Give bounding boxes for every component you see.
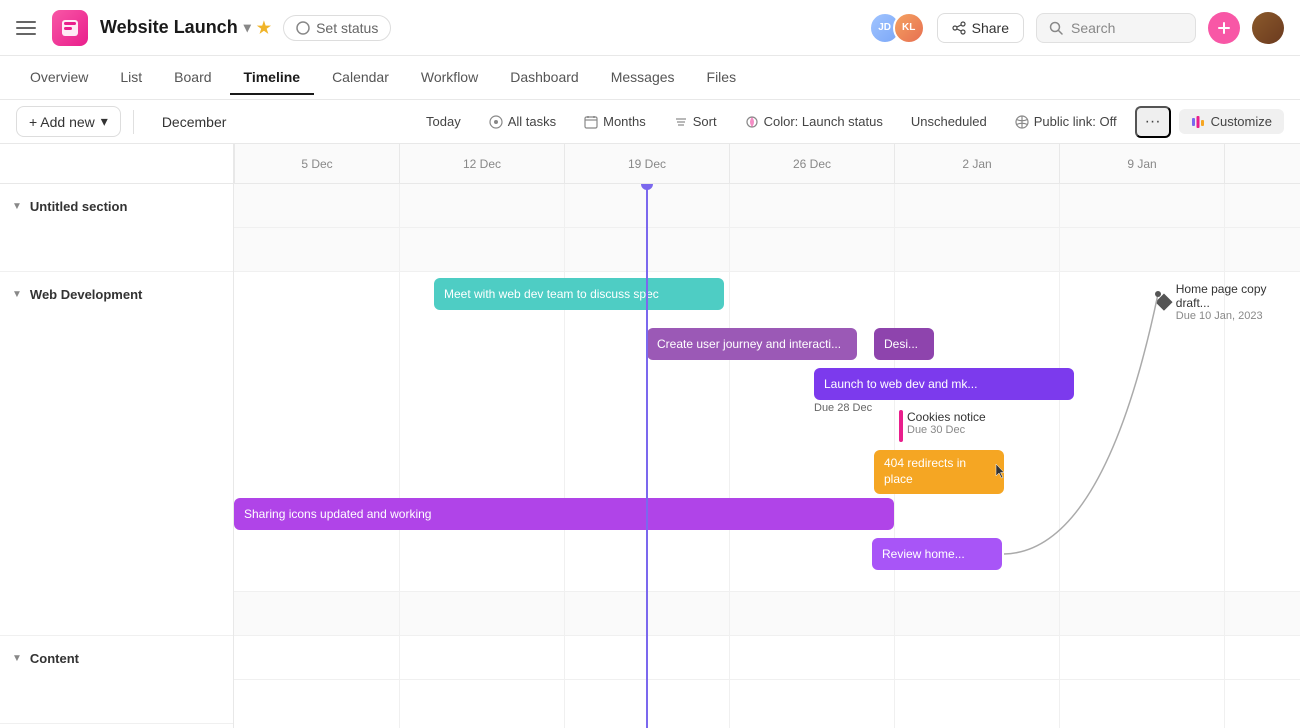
public-link-button[interactable]: Public link: Off bbox=[1005, 109, 1127, 134]
set-status-btn[interactable]: Set status bbox=[283, 15, 391, 41]
task-review-home[interactable]: Review home... bbox=[872, 538, 1002, 570]
chevron-down-icon: ▾ bbox=[101, 113, 108, 130]
tab-files[interactable]: Files bbox=[693, 61, 751, 95]
project-title: Website Launch ▾ ★ bbox=[100, 17, 271, 38]
untitled-section-row bbox=[234, 184, 1300, 228]
timeline-body: Meet with web dev team to discuss spec C… bbox=[234, 184, 1300, 728]
toolbar: + Add new ▾ December Today All tasks Mon… bbox=[0, 100, 1300, 144]
topbar: Website Launch ▾ ★ Set status JD KL Shar… bbox=[0, 0, 1300, 56]
search-bar[interactable]: Search bbox=[1036, 13, 1196, 43]
cookies-label[interactable]: Cookies notice bbox=[907, 410, 986, 424]
date-col-26dec: 26 Dec bbox=[729, 144, 894, 183]
date-col-5dec: 5 Dec bbox=[234, 144, 399, 183]
toolbar-right: Today All tasks Months Sort Color: Launc… bbox=[416, 106, 1284, 138]
months-button[interactable]: Months bbox=[574, 109, 656, 134]
sidebar-item-content[interactable]: ▼ Content bbox=[0, 636, 233, 680]
share-button[interactable]: Share bbox=[937, 13, 1024, 43]
add-new-button[interactable]: + Add new ▾ bbox=[16, 106, 121, 137]
date-col-2jan: 2 Jan bbox=[894, 144, 1059, 183]
task-sharing[interactable]: Sharing icons updated and working bbox=[234, 498, 894, 530]
collapse-icon: ▼ bbox=[12, 201, 22, 212]
customize-button[interactable]: Customize bbox=[1179, 109, 1284, 134]
sort-button[interactable]: Sort bbox=[664, 109, 727, 134]
content-body bbox=[0, 680, 233, 724]
add-section-button[interactable]: + Add section bbox=[0, 724, 233, 728]
date-col-19dec: 19 Dec bbox=[564, 144, 729, 183]
content-body-timeline bbox=[234, 636, 1300, 680]
add-button[interactable] bbox=[1208, 12, 1240, 44]
color-button[interactable]: Color: Launch status bbox=[735, 109, 893, 134]
unscheduled-button[interactable]: Unscheduled bbox=[901, 109, 997, 134]
month-label: December bbox=[162, 114, 227, 130]
tab-messages[interactable]: Messages bbox=[597, 61, 689, 95]
untitled-section-label: Untitled section bbox=[30, 199, 128, 214]
date-col-9jan: 9 Jan bbox=[1059, 144, 1224, 183]
nav-tabs: Overview List Board Timeline Calendar Wo… bbox=[0, 56, 1300, 100]
web-dev-tasks-area: Meet with web dev team to discuss spec C… bbox=[234, 272, 1300, 592]
task-launch-web-wrapper: Launch to web dev and mk... Due 28 Dec bbox=[814, 368, 1074, 414]
sidebar-item-untitled-section[interactable]: ▼ Untitled section bbox=[0, 184, 233, 228]
tab-calendar[interactable]: Calendar bbox=[318, 61, 403, 95]
task-404-redirects[interactable]: 404 redirects in place bbox=[874, 450, 1004, 494]
cookies-indicator bbox=[899, 410, 903, 442]
today-button[interactable]: Today bbox=[416, 109, 471, 134]
sidebar-item-web-development[interactable]: ▼ Web Development bbox=[0, 272, 233, 316]
task-meet-dev[interactable]: Meet with web dev team to discuss spec bbox=[434, 278, 724, 310]
cookies-date: Due 30 Dec bbox=[907, 424, 986, 436]
task-launch-web[interactable]: Launch to web dev and mk... bbox=[814, 368, 1074, 400]
dropdown-icon[interactable]: ▾ bbox=[244, 19, 251, 36]
tab-list[interactable]: List bbox=[106, 61, 156, 95]
content-section-timeline-row bbox=[234, 592, 1300, 636]
toolbar-separator bbox=[133, 110, 134, 134]
avatar-2[interactable]: KL bbox=[893, 12, 925, 44]
date-col-12dec: 12 Dec bbox=[399, 144, 564, 183]
task-create-user[interactable]: Create user journey and interacti... bbox=[647, 328, 857, 360]
milestone-text: Home page copy draft... Due 10 Jan, 2023 bbox=[1176, 282, 1300, 322]
tab-timeline[interactable]: Timeline bbox=[230, 61, 315, 95]
timeline-header: 5 Dec 12 Dec 19 Dec 26 Dec 2 Jan 9 Jan 1… bbox=[234, 144, 1300, 184]
tab-overview[interactable]: Overview bbox=[16, 61, 102, 95]
sidebar: ▼ Untitled section ▼ Web Development ▼ C… bbox=[0, 144, 234, 728]
timeline: 5 Dec 12 Dec 19 Dec 26 Dec 2 Jan 9 Jan 1… bbox=[234, 144, 1300, 728]
menu-icon[interactable] bbox=[16, 16, 40, 40]
milestone-home-copy: Home page copy draft... Due 10 Jan, 2023 bbox=[1158, 282, 1300, 322]
web-development-section-row bbox=[234, 228, 1300, 272]
star-icon[interactable]: ★ bbox=[257, 18, 271, 38]
collapse-content-icon: ▼ bbox=[12, 653, 22, 664]
web-development-body bbox=[0, 316, 233, 636]
cookies-text-wrapper: Cookies notice Due 30 Dec bbox=[907, 410, 986, 436]
collapse-web-icon: ▼ bbox=[12, 289, 22, 300]
untitled-section-body bbox=[0, 228, 233, 272]
all-tasks-button[interactable]: All tasks bbox=[479, 109, 566, 134]
tab-dashboard[interactable]: Dashboard bbox=[496, 61, 593, 95]
avatars: JD KL bbox=[869, 12, 925, 44]
more-options-button[interactable]: ··· bbox=[1135, 106, 1171, 138]
content-label: Content bbox=[30, 651, 79, 666]
topbar-right: JD KL Share Search bbox=[869, 12, 1284, 44]
tab-board[interactable]: Board bbox=[160, 61, 225, 95]
milestone-diamond bbox=[1155, 294, 1172, 311]
web-development-label: Web Development bbox=[30, 287, 142, 302]
dependency-curve bbox=[234, 272, 1300, 591]
user-avatar[interactable] bbox=[1252, 12, 1284, 44]
task-desi[interactable]: Desi... bbox=[874, 328, 934, 360]
main-area: ▼ Untitled section ▼ Web Development ▼ C… bbox=[0, 144, 1300, 728]
date-col-16: 16 bbox=[1224, 144, 1300, 183]
cookies-notice-wrapper: Cookies notice Due 30 Dec bbox=[899, 410, 986, 442]
app-icon bbox=[52, 10, 88, 46]
tab-workflow[interactable]: Workflow bbox=[407, 61, 492, 95]
